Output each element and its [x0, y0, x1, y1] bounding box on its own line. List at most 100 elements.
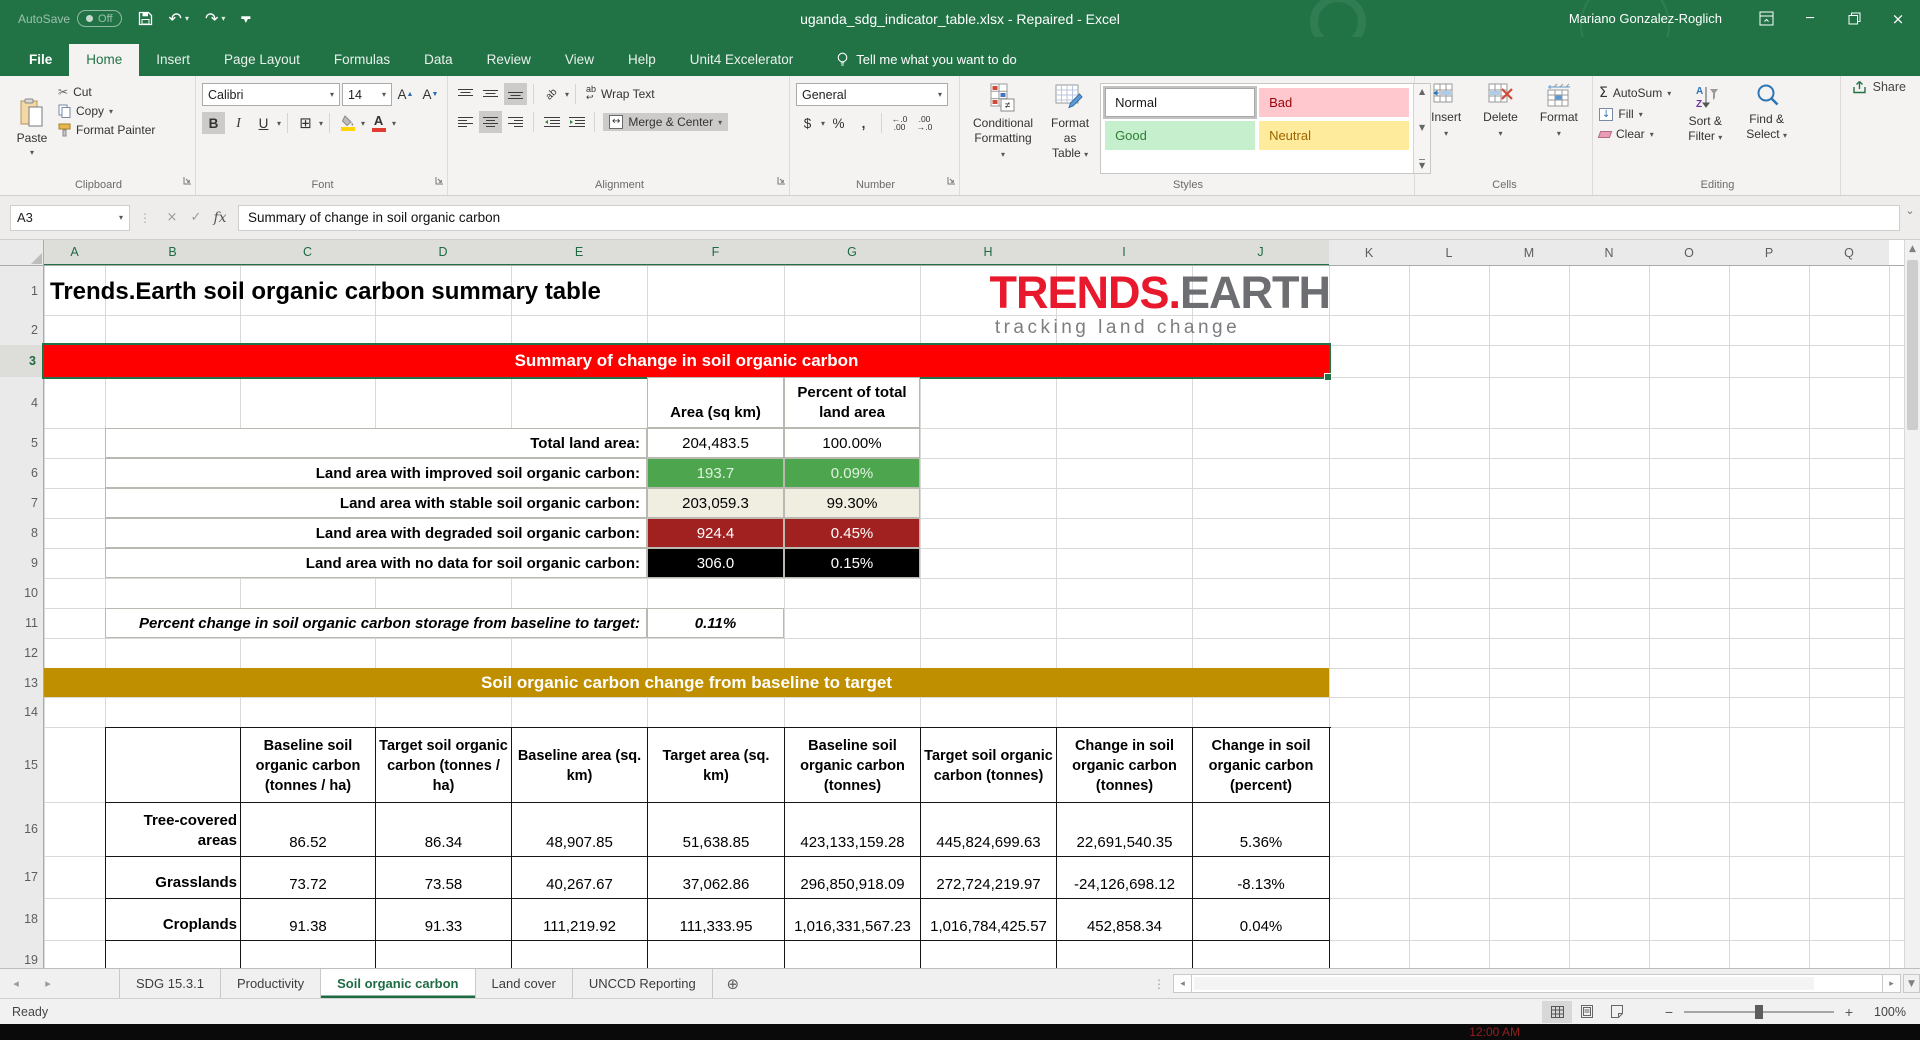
restore-button[interactable]: [1832, 0, 1876, 37]
cell-G6[interactable]: 0.09%: [784, 458, 920, 488]
vertical-scrollbar[interactable]: ▲: [1904, 240, 1920, 968]
cell-J16[interactable]: 5.36%: [1193, 803, 1330, 857]
row-header-13[interactable]: 13: [0, 668, 44, 697]
underline-button[interactable]: U: [252, 112, 275, 134]
cell-C16[interactable]: 86.52: [241, 803, 376, 857]
column-header-P[interactable]: P: [1729, 240, 1809, 266]
row-header-19[interactable]: 19: [0, 940, 44, 968]
ribbon-tab-insert[interactable]: Insert: [139, 44, 207, 76]
borders-button[interactable]: ⊞: [294, 112, 317, 134]
confirm-entry-button[interactable]: ✓: [184, 205, 208, 231]
cell-G5[interactable]: 100.00%: [784, 428, 920, 458]
cell-E19[interactable]: [512, 941, 648, 968]
formula-bar-expand-button[interactable]: ⌄: [1902, 204, 1918, 217]
cancel-entry-button[interactable]: ×: [160, 205, 184, 231]
column-header-N[interactable]: N: [1569, 240, 1649, 266]
column-header-J[interactable]: J: [1192, 240, 1329, 266]
decrease-decimal-button[interactable]: .00→.0: [913, 112, 936, 134]
cell-I17[interactable]: -24,126,698.12: [1057, 857, 1193, 899]
sheet-tab-productivity[interactable]: Productivity: [221, 969, 321, 998]
cell-I19[interactable]: [1057, 941, 1193, 968]
align-left-button[interactable]: [454, 111, 477, 133]
cell-G17[interactable]: 296,850,918.09: [785, 857, 921, 899]
cell-style-normal[interactable]: Normal: [1105, 88, 1255, 117]
name-box-dropdown[interactable]: ▾: [119, 213, 123, 222]
cell-B17[interactable]: Grasslands: [106, 857, 241, 899]
row-header-7[interactable]: 7: [0, 488, 44, 518]
cell-I18[interactable]: 452,858.34: [1057, 899, 1193, 941]
font-family-select[interactable]: Calibri▾: [202, 83, 340, 106]
paste-dropdown[interactable]: ▾: [30, 148, 34, 157]
cell-G4[interactable]: Percent of total land area: [784, 377, 920, 428]
cell-B15[interactable]: [106, 728, 241, 803]
column-header-K[interactable]: K: [1329, 240, 1409, 266]
cell-G15[interactable]: Baseline soil organic carbon (tonnes): [785, 728, 921, 803]
percent-style-button[interactable]: %: [827, 112, 850, 134]
borders-dropdown[interactable]: ▾: [319, 119, 323, 128]
cell-F8[interactable]: 924.4: [647, 518, 784, 548]
column-header-L[interactable]: L: [1409, 240, 1489, 266]
clipboard-dialog-launcher[interactable]: [183, 172, 192, 190]
cell-D18[interactable]: 91.33: [376, 899, 512, 941]
cell-H15[interactable]: Target soil organic carbon (tonnes): [921, 728, 1057, 803]
clear-button[interactable]: Clear▾: [1599, 127, 1671, 141]
cell-label-row7[interactable]: Land area with stable soil organic carbo…: [105, 488, 647, 518]
user-name[interactable]: Mariano Gonzalez-Roglich: [1569, 11, 1722, 26]
cell-F5[interactable]: 204,483.5: [647, 428, 784, 458]
ribbon-tab-review[interactable]: Review: [470, 44, 548, 76]
ribbon-tab-home[interactable]: Home: [69, 44, 139, 76]
column-header-F[interactable]: F: [647, 240, 784, 266]
fill-color-dropdown[interactable]: ▾: [361, 119, 365, 128]
normal-view-button[interactable]: [1542, 1001, 1572, 1023]
cell-label-row6[interactable]: Land area with improved soil organic car…: [105, 458, 647, 488]
insert-cells-button[interactable]: Insert▾: [1424, 81, 1468, 174]
top-align-button[interactable]: [454, 83, 477, 105]
cell-style-bad[interactable]: Bad: [1259, 88, 1409, 117]
cell-G9[interactable]: 0.15%: [784, 548, 920, 578]
grow-font-button[interactable]: A▲: [394, 84, 417, 106]
cell-style-good[interactable]: Good: [1105, 121, 1255, 150]
page-break-preview-button[interactable]: [1602, 1001, 1632, 1023]
align-center-button[interactable]: [479, 111, 502, 133]
sheet-nav-left-arrow[interactable]: ◂: [0, 969, 32, 998]
cell-J17[interactable]: -8.13%: [1193, 857, 1330, 899]
cell-J19[interactable]: [1193, 941, 1330, 968]
sheet-tab-land-cover[interactable]: Land cover: [476, 969, 573, 998]
format-cells-button[interactable]: Format▾: [1533, 81, 1585, 174]
cell-D19[interactable]: [376, 941, 512, 968]
paste-button[interactable]: Paste ▾: [6, 81, 58, 174]
tab-scroll-splitter[interactable]: ⋮: [1145, 969, 1173, 998]
scroll-down-arrow[interactable]: ▼: [1903, 974, 1920, 993]
format-painter-button[interactable]: Format Painter: [58, 123, 155, 137]
cell-label-row5[interactable]: Total land area:: [105, 428, 647, 458]
middle-align-button[interactable]: [479, 83, 502, 105]
shrink-font-button[interactable]: A▼: [419, 84, 442, 106]
cell-B18[interactable]: Croplands: [106, 899, 241, 941]
alignment-dialog-launcher[interactable]: [777, 172, 786, 190]
merge-center-dropdown[interactable]: ▾: [718, 118, 722, 127]
scroll-left-arrow[interactable]: ◂: [1173, 974, 1192, 993]
cell-G16[interactable]: 423,133,159.28: [785, 803, 921, 857]
cell-H19[interactable]: [921, 941, 1057, 968]
bottom-align-button[interactable]: [504, 83, 527, 105]
cell-F15[interactable]: Target area (sq. km): [648, 728, 785, 803]
cell-J15[interactable]: Change in soil organic carbon (percent): [1193, 728, 1330, 803]
cell-I15[interactable]: Change in soil organic carbon (tonnes): [1057, 728, 1193, 803]
horizontal-scroll-thumb[interactable]: [1194, 977, 1814, 990]
copy-button[interactable]: Copy▾: [58, 104, 155, 118]
ribbon-tab-file[interactable]: File: [12, 44, 69, 76]
delete-cells-button[interactable]: Delete▾: [1476, 81, 1525, 174]
font-color-button[interactable]: A: [367, 112, 390, 134]
cell-I16[interactable]: 22,691,540.35: [1057, 803, 1193, 857]
horizontal-scroll-track[interactable]: [1192, 974, 1882, 993]
new-sheet-button[interactable]: ⊕: [713, 969, 753, 998]
sort-filter-button[interactable]: AZ Sort &Filter ▾: [1681, 81, 1729, 174]
cell-C18[interactable]: 91.38: [241, 899, 376, 941]
cell-E16[interactable]: 48,907.85: [512, 803, 648, 857]
selection-fill-handle[interactable]: [1324, 373, 1332, 381]
zoom-out-button[interactable]: −: [1658, 1004, 1680, 1020]
accounting-format-button[interactable]: $: [796, 112, 819, 134]
row-header-12[interactable]: 12: [0, 638, 44, 668]
column-header-Q[interactable]: Q: [1809, 240, 1889, 266]
column-header-D[interactable]: D: [375, 240, 511, 266]
